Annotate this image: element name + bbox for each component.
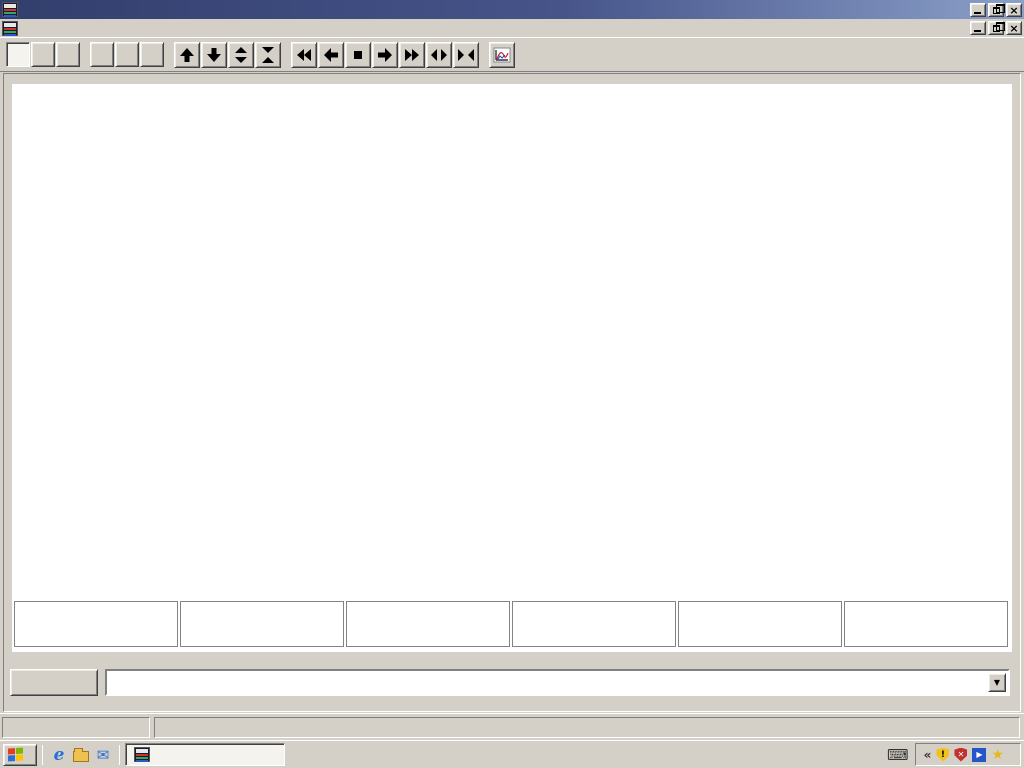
ch3-value	[351, 631, 505, 645]
legend-cell-ch1	[14, 601, 178, 647]
line-graph	[12, 84, 1012, 652]
menu-file[interactable]	[22, 26, 36, 30]
app-icon	[134, 747, 150, 762]
collapse-chevrons-icon[interactable]: «	[924, 748, 932, 762]
child-restore-button[interactable]	[988, 21, 1004, 35]
ch4-channel	[517, 617, 671, 631]
legend-cell-ch2	[180, 601, 344, 647]
expand-horizontal-icon[interactable]	[426, 42, 452, 68]
ch3-channel	[351, 617, 505, 631]
graph-window-client: ▼	[3, 73, 1021, 712]
legend-cell-ch3	[346, 601, 510, 647]
ch2-value	[185, 631, 339, 645]
minimize-button[interactable]	[970, 3, 986, 17]
close-button[interactable]: ×	[1006, 3, 1022, 17]
star-icon[interactable]: ★	[991, 747, 1004, 763]
status-bar	[0, 713, 1024, 740]
graph-display-icon[interactable]	[489, 42, 515, 68]
fast-rewind-icon[interactable]	[291, 42, 317, 68]
ch5-channel	[683, 617, 837, 631]
ch2-label	[185, 603, 339, 617]
windows-logo-icon	[8, 747, 24, 762]
internet-explorer-icon[interactable]: e	[49, 745, 69, 765]
alarm-combobox-input[interactable]	[109, 673, 1006, 692]
menu-view[interactable]	[36, 26, 50, 30]
menu-measure[interactable]	[64, 26, 78, 30]
mail-icon[interactable]: ✉	[93, 745, 113, 765]
shield-error-icon[interactable]: ✕	[954, 748, 967, 762]
folder-icon[interactable]	[71, 745, 91, 765]
shield-warning-icon[interactable]: !	[936, 748, 949, 762]
menu-window[interactable]	[78, 26, 92, 30]
restore-button[interactable]	[988, 3, 1004, 17]
ch4-label	[517, 603, 671, 617]
d2-button[interactable]	[31, 42, 55, 67]
ch6-value	[849, 631, 1003, 645]
ch5-label	[683, 603, 837, 617]
move-up-icon[interactable]	[174, 42, 200, 68]
menu-help[interactable]	[92, 26, 106, 30]
ch6-label	[849, 603, 1003, 617]
step-back-icon[interactable]	[318, 42, 344, 68]
status-panel-2	[154, 717, 1020, 738]
ch5-value	[683, 631, 837, 645]
compress-vertical-icon[interactable]	[255, 42, 281, 68]
ch4-value	[517, 631, 671, 645]
fast-forward-icon[interactable]	[399, 42, 425, 68]
ch1-value	[19, 631, 173, 645]
ch3-label	[351, 603, 505, 617]
compress-horizontal-icon[interactable]	[453, 42, 479, 68]
channel-legend	[14, 601, 1008, 647]
title-bar: ×	[0, 0, 1024, 19]
child-minimize-button[interactable]	[970, 21, 986, 35]
system-tray: ⌨ « ! ✕ ▶ ★	[887, 743, 1021, 766]
start-button[interactable]	[3, 744, 37, 766]
line-graph-panel	[12, 84, 1012, 652]
move-down-icon[interactable]	[201, 42, 227, 68]
alarm-combobox[interactable]: ▼	[105, 669, 1010, 696]
step-forward-icon[interactable]	[372, 42, 398, 68]
alarm-reset-button[interactable]	[10, 669, 98, 696]
alarm-row: ▼	[10, 669, 1016, 699]
child-close-button[interactable]: ×	[1006, 21, 1022, 35]
taskbar-item-softthermo[interactable]	[125, 743, 285, 766]
chevron-down-icon[interactable]: ▼	[988, 673, 1006, 692]
status-message	[2, 717, 150, 738]
ch6-channel	[849, 617, 1003, 631]
app-icon	[2, 2, 18, 17]
keyboard-icon[interactable]: ⌨	[887, 746, 909, 764]
media-player-icon[interactable]: ▶	[972, 748, 986, 762]
ch1-channel	[19, 617, 173, 631]
y1-button[interactable]	[90, 42, 114, 67]
y3-button[interactable]	[140, 42, 164, 67]
d3-button[interactable]	[56, 42, 80, 67]
stop-icon[interactable]	[345, 42, 371, 68]
ch1-label	[19, 603, 173, 617]
expand-vertical-icon[interactable]	[228, 42, 254, 68]
d1-button[interactable]	[6, 42, 30, 67]
menu-settings[interactable]	[50, 26, 64, 30]
legend-cell-ch5	[678, 601, 842, 647]
legend-cell-ch4	[512, 601, 676, 647]
legend-cell-ch6	[844, 601, 1008, 647]
child-window-icon	[2, 21, 18, 36]
toolbar	[0, 38, 1024, 72]
y2-button[interactable]	[115, 42, 139, 67]
menu-bar: ×	[0, 19, 1024, 38]
taskbar: e ✉ ⌨ « ! ✕ ▶ ★	[0, 740, 1024, 768]
ch2-channel	[185, 617, 339, 631]
